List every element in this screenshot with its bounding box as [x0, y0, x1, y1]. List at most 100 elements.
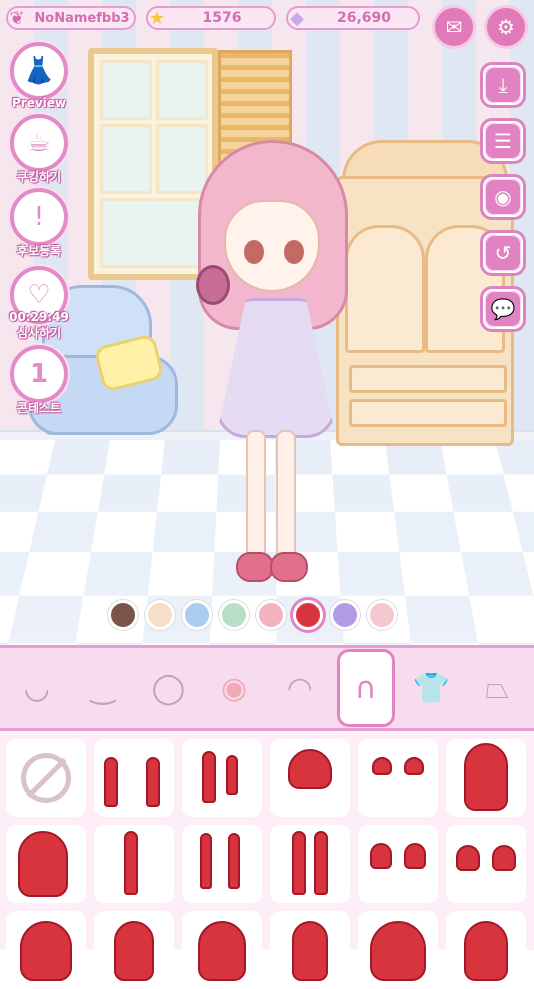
hair-shape: [370, 921, 426, 981]
username-badge[interactable]: ❦ NoNamefbb3: [6, 6, 136, 30]
preview-label: Preview: [11, 96, 66, 110]
tab-skirt[interactable]: ⏢: [468, 654, 526, 722]
hair-item[interactable]: [446, 911, 526, 989]
tab-back-hair[interactable]: ∩: [336, 649, 395, 727]
window-pane: [100, 124, 152, 194]
wardrobe-drawer: [349, 399, 507, 427]
mail-button[interactable]: ✉: [432, 5, 476, 49]
color-swatch[interactable]: [256, 600, 286, 630]
hair-item[interactable]: [270, 739, 350, 817]
curly-tails-icon: [358, 825, 438, 903]
settings-button[interactable]: ⚙: [484, 5, 528, 49]
coffee-cup-icon: ☕: [10, 114, 68, 172]
hair-shape: [404, 757, 424, 775]
list-button[interactable]: ☰: [480, 118, 526, 164]
hair-item[interactable]: [182, 739, 262, 817]
color-swatch[interactable]: [219, 600, 249, 630]
wardrobe-drawer: [349, 365, 507, 393]
hair-item-17-icon: [358, 911, 438, 989]
color-swatch[interactable]: [293, 600, 323, 630]
hair-shape: [198, 921, 246, 981]
hair-item[interactable]: [94, 825, 174, 903]
camera-icon: ◉: [486, 180, 520, 214]
hair-item-16-icon: [270, 911, 350, 989]
single-tail-icon: [94, 825, 174, 903]
hair-shape: [202, 751, 216, 803]
avatar-leg: [276, 430, 296, 560]
hair-item[interactable]: [6, 911, 86, 989]
shirt-icon: 👕: [412, 670, 451, 706]
hair-item[interactable]: [182, 911, 262, 989]
tab-eyes[interactable]: ◡: [8, 654, 66, 722]
dressup-scene: [0, 0, 534, 645]
hair-item[interactable]: [358, 739, 438, 817]
gems-counter[interactable]: ◆ 26,690: [286, 6, 420, 30]
hair-item-18-icon: [446, 911, 526, 989]
download-button[interactable]: ⤓: [480, 62, 526, 108]
blush-icon: ◉: [221, 670, 248, 706]
username-text: NoNamefbb3: [34, 10, 130, 26]
hair-shape: [292, 831, 306, 895]
hair-item[interactable]: [6, 825, 86, 903]
hair-item[interactable]: [6, 739, 86, 817]
judging-label: 심사하기: [16, 326, 62, 340]
contest-button[interactable]: 1 콘테스트: [8, 345, 70, 416]
color-swatch[interactable]: [182, 600, 212, 630]
undo-button[interactable]: ↺: [480, 230, 526, 276]
color-swatch[interactable]: [330, 600, 360, 630]
hair-shape: [456, 845, 480, 871]
stars-value: 1576: [202, 10, 242, 26]
register-candidate-label: 후보등록: [16, 244, 62, 258]
register-candidate-button[interactable]: ! 후보등록: [8, 188, 70, 259]
hair-shape: [464, 921, 508, 981]
hair-item[interactable]: [182, 825, 262, 903]
stars-counter[interactable]: ★ 1576: [146, 6, 276, 30]
preview-button[interactable]: 👗 Preview: [8, 42, 70, 110]
hair-shape: [372, 757, 392, 775]
tab-bangs[interactable]: ◠: [271, 654, 329, 722]
tab-blush[interactable]: ◉: [205, 654, 263, 722]
eyes-icon: ◡: [23, 670, 50, 706]
hair-shape: [314, 831, 328, 895]
color-swatch[interactable]: [145, 600, 175, 630]
tab-face-shape[interactable]: ◯: [139, 654, 197, 722]
long-hair-icon: [6, 825, 86, 903]
contest-label: 콘테스트: [16, 401, 62, 415]
hair-shape: [146, 757, 160, 807]
camera-button[interactable]: ◉: [480, 174, 526, 220]
hair-shape: [200, 833, 212, 889]
bun-updo-icon: [270, 739, 350, 817]
hair-item-grid: [0, 731, 534, 989]
avatar-character[interactable]: [188, 140, 358, 610]
undo-icon: ↺: [486, 236, 520, 270]
hair-item[interactable]: [358, 825, 438, 903]
hair-item[interactable]: [94, 739, 174, 817]
hair-item[interactable]: [270, 825, 350, 903]
category-tabbar: ◡ ‿ ◯ ◉ ◠ ∩ 👕 ⏢: [0, 645, 534, 731]
avatar-eye: [244, 240, 264, 264]
hair-item[interactable]: [358, 911, 438, 989]
hair-shape: [114, 921, 154, 981]
cooking-button[interactable]: ☕ 쿠킹하기: [8, 114, 70, 185]
tab-shirt[interactable]: 👕: [402, 654, 460, 722]
curly-buns-icon: [446, 825, 526, 903]
hair-shape: [18, 831, 68, 897]
skirt-icon: ⏢: [485, 670, 510, 706]
download-icon: ⤓: [486, 68, 520, 102]
back-hair-icon: ∩: [354, 670, 377, 706]
avatar-shoe: [270, 552, 308, 582]
dress-preview-icon: 👗: [10, 42, 68, 100]
hair-item[interactable]: [446, 739, 526, 817]
hair-item[interactable]: [94, 911, 174, 989]
window-pane: [100, 60, 152, 120]
braided-tails-icon: [182, 825, 262, 903]
color-swatch[interactable]: [108, 600, 138, 630]
judging-button[interactable]: ♡ 00:29:49 심사하기: [8, 266, 70, 341]
hair-item[interactable]: [270, 911, 350, 989]
color-swatch[interactable]: [367, 600, 397, 630]
chat-button[interactable]: 💬: [480, 286, 526, 332]
long-straight-hair-icon: [446, 739, 526, 817]
tab-closed-eyes[interactable]: ‿: [74, 654, 132, 722]
hair-item[interactable]: [446, 825, 526, 903]
twin-braids-icon: [270, 825, 350, 903]
